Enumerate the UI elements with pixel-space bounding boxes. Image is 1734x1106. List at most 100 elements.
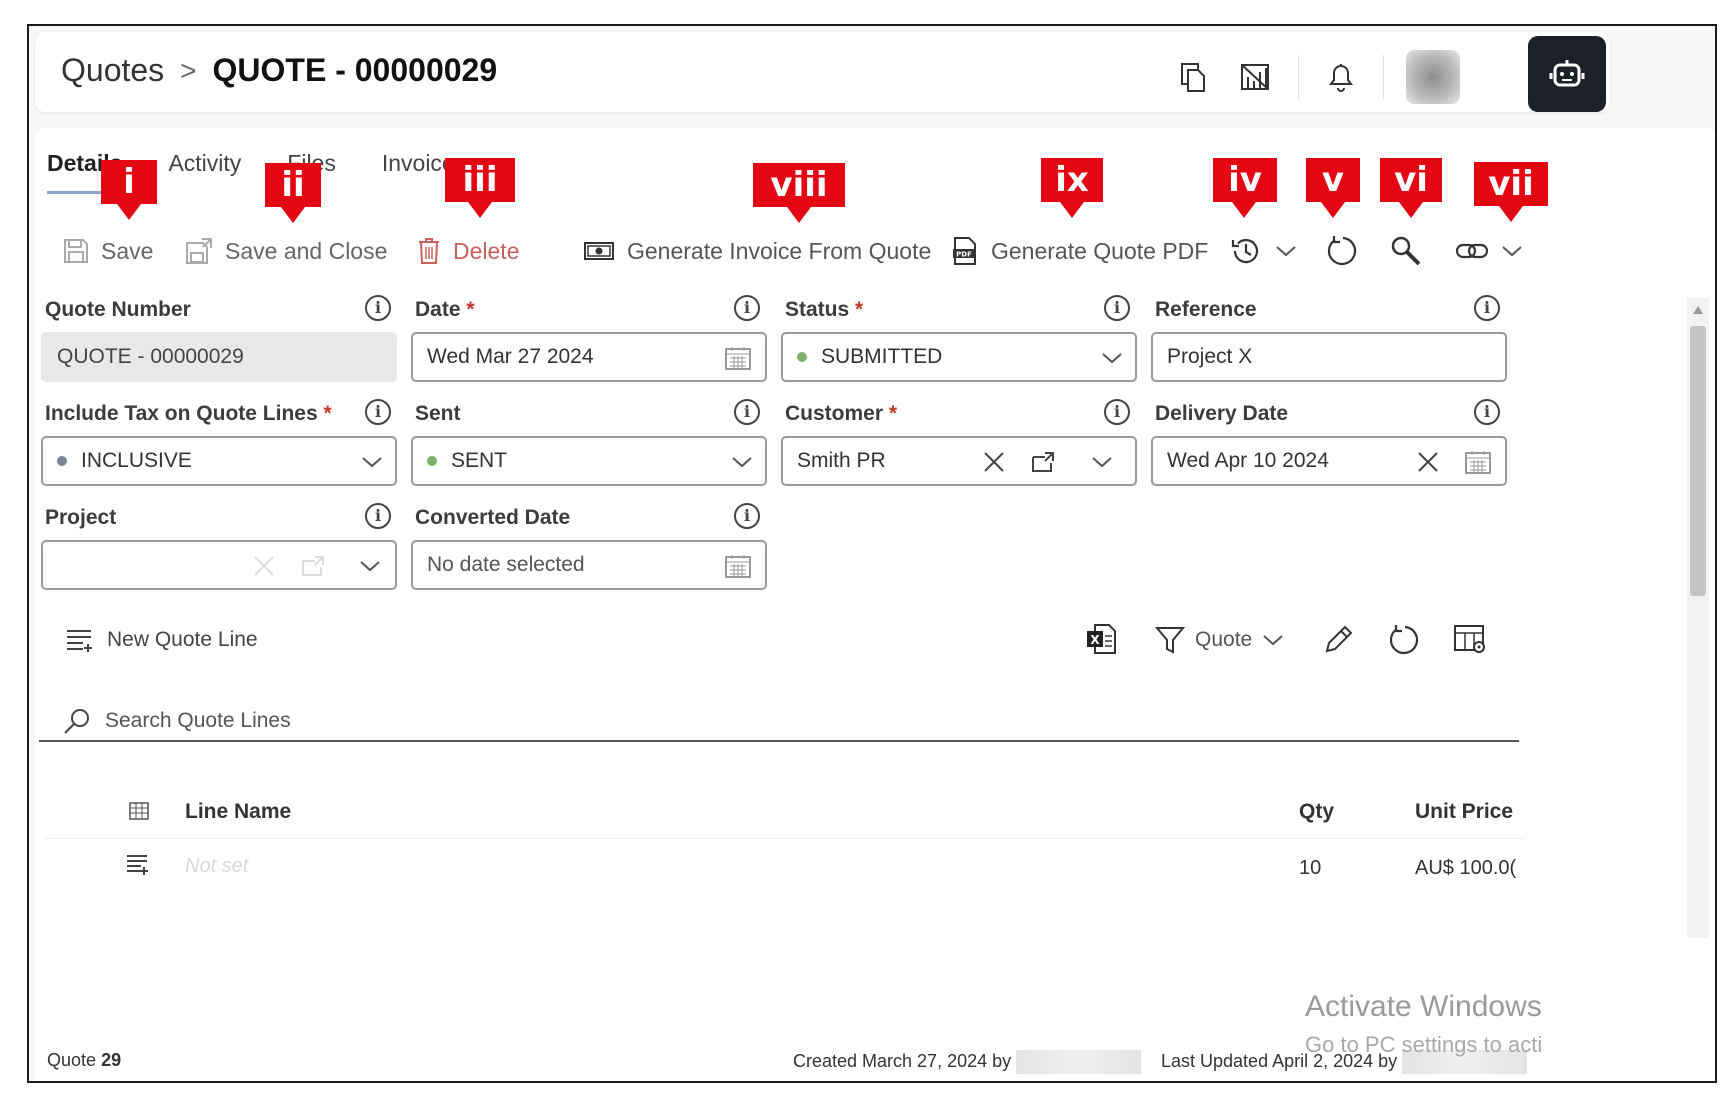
delivery-date-input[interactable]: Wed Apr 10 2024	[1151, 436, 1507, 486]
chevron-right-icon: >	[180, 54, 197, 86]
info-icon[interactable]: i	[365, 295, 391, 321]
clear-icon	[984, 452, 1004, 472]
status-label: Status *	[785, 298, 864, 321]
save-and-close-button[interactable]: Save and Close	[185, 226, 387, 276]
info-icon[interactable]: i	[1104, 399, 1130, 425]
grid-settings-button[interactable]	[1453, 623, 1487, 660]
delete-button[interactable]: Delete	[417, 226, 519, 276]
converted-date-label: Converted Date	[415, 506, 571, 529]
sent-label: Sent	[415, 402, 461, 425]
include-tax-select[interactable]: INCLUSIVE	[41, 436, 397, 486]
annotation-arrow	[1060, 202, 1084, 218]
activate-windows-watermark: Activate Windows	[1305, 990, 1542, 1023]
scrollbar-thumb[interactable]	[1690, 326, 1706, 596]
export-excel-button[interactable]: X	[1085, 623, 1117, 660]
breadcrumb: Quotes > QUOTE - 00000029	[61, 52, 497, 89]
refresh-button[interactable]	[1325, 226, 1359, 276]
open-record-icon	[1032, 452, 1054, 472]
refresh-icon	[1327, 236, 1357, 266]
table-settings-icon	[1454, 625, 1485, 653]
created-info: Created March 27, 2024 by	[793, 1050, 1142, 1074]
info-icon[interactable]: i	[1474, 399, 1500, 425]
save-and-close-label: Save and Close	[225, 237, 388, 264]
page-header: Quotes > QUOTE - 00000029	[35, 32, 1610, 112]
svg-text:X: X	[1090, 633, 1100, 647]
save-close-icon	[186, 238, 212, 264]
view-filter-dropdown[interactable]: Quote	[1155, 625, 1284, 655]
clear-icon	[1418, 452, 1438, 472]
date-input[interactable]: Wed Mar 27 2024	[411, 332, 767, 382]
generate-invoice-label: Generate Invoice From Quote	[627, 237, 932, 264]
edit-button[interactable]	[1323, 623, 1355, 660]
info-icon[interactable]: i	[365, 503, 391, 529]
annotation-marker: vii	[1474, 162, 1548, 206]
search-tool-button[interactable]	[1389, 226, 1423, 276]
new-quote-line-button[interactable]: New Quote Line	[65, 627, 258, 653]
annotation-marker: v	[1306, 158, 1360, 202]
info-icon[interactable]: i	[1474, 295, 1500, 321]
page-title: QUOTE - 00000029	[212, 52, 498, 88]
save-label: Save	[101, 237, 154, 264]
date-label: Date *	[415, 298, 475, 321]
tab-activity[interactable]: Activity	[168, 150, 241, 194]
open-record-icon	[302, 556, 324, 576]
bell-icon[interactable]	[1321, 57, 1361, 97]
activate-windows-subtext: Go to PC settings to acti	[1305, 1032, 1543, 1057]
divider	[39, 740, 1519, 742]
scroll-up-icon	[1693, 306, 1703, 314]
column-unit-price[interactable]: Unit Price	[1415, 800, 1513, 824]
info-icon[interactable]: i	[734, 503, 760, 529]
generate-pdf-button[interactable]: PDF Generate Quote PDF	[951, 226, 1208, 276]
history-icon	[1231, 238, 1259, 264]
command-toolbar: Save Save and Close Delete Generate Invo…	[63, 226, 1703, 276]
status-select[interactable]: SUBMITTED	[781, 332, 1137, 382]
annotation-arrow	[1321, 202, 1345, 218]
info-icon[interactable]: i	[1104, 295, 1130, 321]
grid-header: Line Name Qty Unit Price	[45, 788, 1525, 838]
info-icon[interactable]: i	[734, 399, 760, 425]
avatar[interactable]	[1406, 50, 1460, 104]
refresh-grid-button[interactable]	[1387, 623, 1421, 662]
search-icon	[64, 709, 89, 734]
breadcrumb-quotes-link[interactable]: Quotes	[61, 52, 164, 89]
annotation-arrow	[787, 207, 811, 223]
tax-dot	[57, 456, 67, 466]
sent-select[interactable]: SENT	[411, 436, 767, 486]
form-scrollbar[interactable]	[1687, 298, 1709, 938]
converted-date-input[interactable]: No date selected	[411, 540, 767, 590]
info-icon[interactable]: i	[734, 295, 760, 321]
generate-invoice-button[interactable]: Generate Invoice From Quote	[583, 226, 931, 276]
copy-icon[interactable]	[1174, 57, 1214, 97]
calendar-icon	[1465, 451, 1491, 474]
redacted-user	[1016, 1050, 1142, 1074]
delivery-date-label: Delivery Date	[1155, 402, 1289, 425]
chevron-down-icon	[1263, 635, 1283, 646]
chevron-down-icon	[360, 561, 380, 572]
pencil-icon	[1325, 625, 1353, 653]
clear-icon	[254, 556, 274, 576]
customer-lookup[interactable]: Smith PR	[781, 436, 1137, 486]
calendar-icon	[725, 555, 751, 578]
include-tax-label: Include Tax on Quote Lines *	[45, 402, 332, 425]
column-qty[interactable]: Qty	[1299, 800, 1334, 824]
magnifier-icon	[1391, 236, 1421, 266]
assistant-bot-button[interactable]	[1528, 36, 1606, 112]
history-dropdown[interactable]	[1229, 226, 1297, 276]
project-lookup[interactable]	[41, 540, 397, 590]
link-dropdown[interactable]	[1455, 226, 1523, 276]
line-item-icon	[127, 855, 148, 875]
annotation-marker: vi	[1380, 158, 1442, 202]
chevron-down-icon	[1092, 457, 1112, 468]
quote-number-field: QUOTE - 00000029	[41, 332, 397, 382]
reference-input[interactable]: Project X	[1151, 332, 1507, 382]
save-button[interactable]: Save	[63, 226, 153, 276]
report-icon[interactable]	[1236, 57, 1276, 97]
svg-text:PDF: PDF	[956, 251, 972, 259]
refresh-icon	[1389, 625, 1419, 655]
column-line-name[interactable]: Line Name	[185, 800, 291, 824]
table-row[interactable]: Not set 10 AU$ 100.0(	[45, 838, 1525, 897]
info-icon[interactable]: i	[365, 399, 391, 425]
annotation-marker: iii	[445, 158, 515, 202]
annotation-arrow	[468, 202, 492, 218]
quote-lines-search[interactable]: Search Quote Lines	[63, 702, 1513, 740]
